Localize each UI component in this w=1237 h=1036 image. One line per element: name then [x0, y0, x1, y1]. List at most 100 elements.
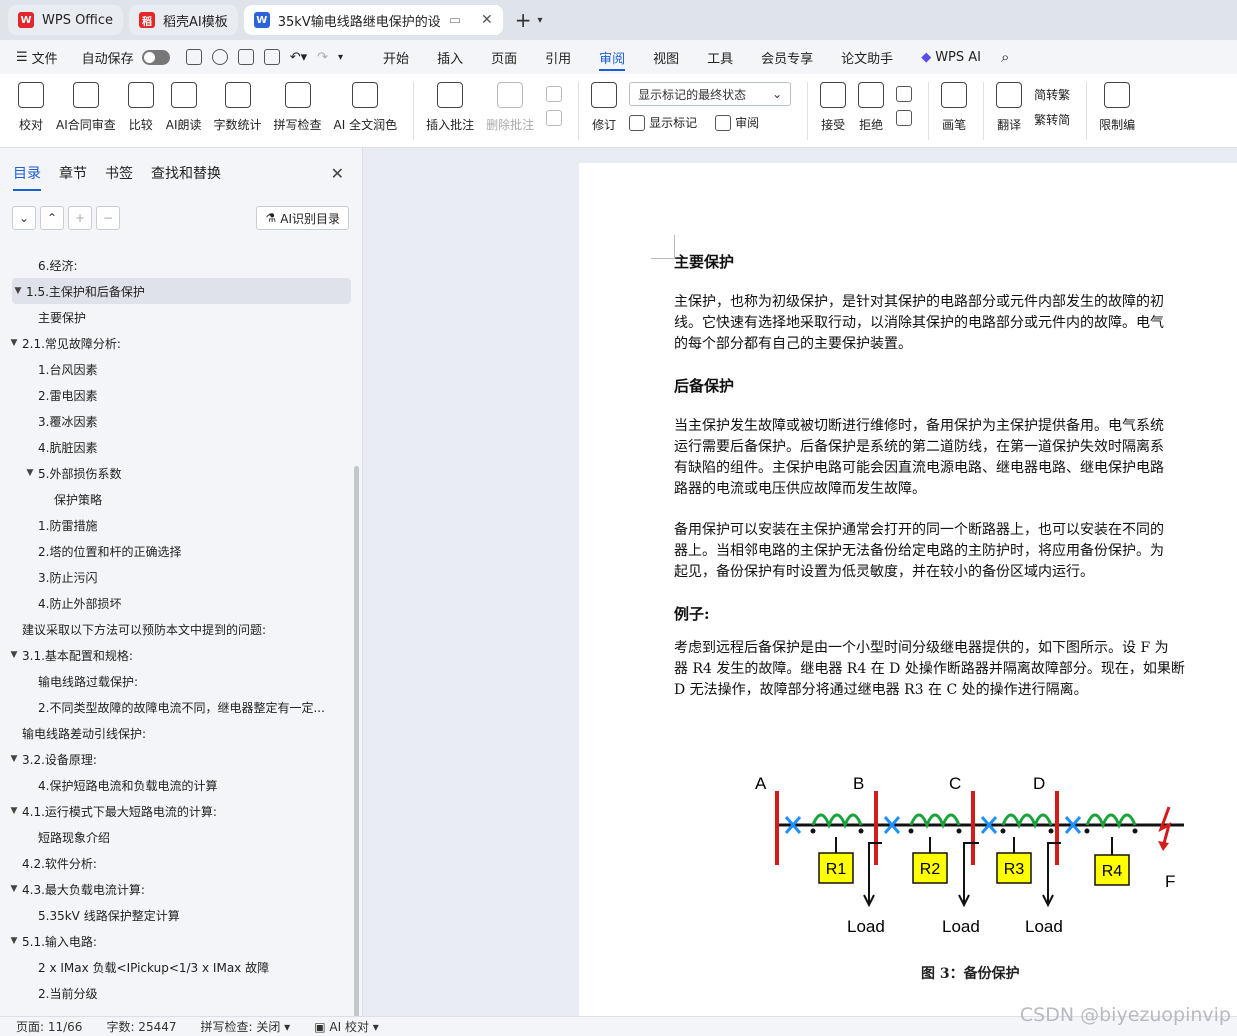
toc-item[interactable]: 短路现象介绍 — [0, 824, 355, 850]
tab-member[interactable]: 会员专享 — [747, 40, 827, 74]
toc-item[interactable]: 4.2.软件分析: — [0, 850, 355, 876]
proofread-button[interactable]: 校对 — [18, 82, 44, 133]
tab-home[interactable]: 开始 — [369, 40, 423, 74]
toc-item[interactable]: 2.当前分级 — [0, 980, 355, 1006]
toc-item[interactable]: 4.保护短路电流和负载电流的计算 — [0, 772, 355, 798]
word-count-status[interactable]: 字数: 25447 — [106, 1018, 176, 1035]
undo-icon[interactable]: ↶▾ — [290, 50, 307, 65]
add-icon[interactable]: + — [68, 206, 92, 230]
toc-item[interactable]: 5.35kV 线路保护整定计算 — [0, 902, 355, 928]
new-tab-button[interactable]: + — [515, 8, 532, 32]
document-page[interactable]: 主要保护 主保护，也称为初级保护，是针对其保护的电路部分或元件内部发生的故障的初… — [579, 163, 1237, 1016]
expand-arrow-icon[interactable]: ▼ — [8, 936, 20, 946]
toc-item[interactable]: 输电线路过载保护: — [0, 668, 355, 694]
previous-change-icon[interactable] — [896, 86, 913, 102]
tab-tools[interactable]: 工具 — [693, 40, 747, 74]
tab-insert[interactable]: 插入 — [423, 40, 477, 74]
tab-wps-ai[interactable]: ◆ WPS AI — [907, 40, 995, 74]
toc-item[interactable]: 1.台风因素 — [0, 356, 355, 382]
ai-toc-button[interactable]: ⚗ AI识别目录 — [256, 206, 349, 230]
expand-arrow-icon[interactable]: ▼ — [8, 754, 20, 764]
close-icon[interactable]: ✕ — [481, 12, 493, 28]
toc-item[interactable]: 3.覆冰因素 — [0, 408, 355, 434]
reject-button[interactable]: 拒绝 — [858, 82, 885, 133]
toc-item[interactable]: ▼ 4.3.最大负载电流计算: — [0, 876, 355, 902]
next-change-icon[interactable] — [896, 110, 913, 126]
print-icon[interactable] — [237, 49, 254, 65]
remove-icon[interactable]: − — [96, 206, 120, 230]
toc-item[interactable]: 4.防止外部损坏 — [0, 590, 355, 616]
toc-item[interactable]: 2.雷电因素 — [0, 382, 355, 408]
track-changes-button[interactable]: 修订 — [591, 82, 618, 133]
toc-item[interactable]: ▼ 4.1.运行模式下最大短路电流的计算: — [0, 798, 355, 824]
next-comment-icon[interactable] — [546, 110, 563, 126]
save-icon[interactable] — [185, 49, 202, 65]
tab-docer[interactable]: 稻 稻壳AI模板 — [129, 5, 238, 35]
markup-state-select[interactable]: 显示标记的最终状态 ⌄ — [629, 82, 792, 106]
expand-arrow-icon[interactable]: ▼ — [8, 884, 20, 894]
toc-item[interactable]: ▼ 2.1.常见故障分析: — [0, 330, 355, 356]
to-simplified-button[interactable]: 繁转简 — [1034, 111, 1070, 128]
toc-item[interactable]: 输电线路差动引线保护: — [0, 720, 355, 746]
ai-polish-button[interactable]: AI 全文润色 — [334, 82, 397, 133]
tab-thesis[interactable]: 论文助手 — [827, 40, 907, 74]
file-menu[interactable]: ☰ 文件 — [16, 48, 58, 67]
toggle-switch[interactable] — [141, 49, 170, 65]
autosave-toggle[interactable]: 自动保存 — [82, 48, 170, 67]
tab-view[interactable]: 视图 — [639, 40, 693, 74]
show-markup-button[interactable]: 显示标记 — [649, 114, 697, 131]
translate-button[interactable]: 翻译 — [996, 82, 1023, 133]
toc-item[interactable]: 4.肮脏因素 — [0, 434, 355, 460]
toc-item[interactable]: 3.防止污闪 — [0, 564, 355, 590]
toc-item[interactable]: 2.塔的位置和杆的正确选择 — [0, 538, 355, 564]
delete-comment-button[interactable]: 删除批注 — [486, 82, 534, 133]
nav-tab-bookmarks[interactable]: 书签 — [105, 163, 133, 183]
expand-arrow-icon[interactable]: ▼ — [24, 468, 36, 478]
toc-item[interactable]: 2.不同类型故障的故障电流不同，继电器整定有一定... — [0, 694, 355, 720]
toc-item[interactable]: ▼ 5.1.输入电路: — [0, 928, 355, 954]
expand-icon[interactable]: ⌄ — [12, 206, 36, 230]
compare-button[interactable]: 比较 — [127, 82, 154, 133]
spell-check-button[interactable]: 拼写检查 — [274, 82, 322, 133]
toc-item[interactable]: ▼ 3.2.设备原理: — [0, 746, 355, 772]
nav-tab-chapters[interactable]: 章节 — [59, 163, 87, 183]
ai-proof-status[interactable]: ▣ AI 校对 ▾ — [314, 1018, 379, 1035]
toc-item[interactable]: 1.防雷措施 — [0, 512, 355, 538]
toc-item[interactable]: ▼ 5.外部损伤系数 — [0, 460, 355, 486]
toc-item[interactable]: 主要保护 — [0, 304, 355, 330]
more-chevron-icon[interactable]: ▾ — [338, 52, 343, 63]
accept-button[interactable]: 接受 — [820, 82, 847, 133]
previous-comment-icon[interactable] — [546, 86, 563, 102]
expand-arrow-icon[interactable]: ▼ — [8, 806, 20, 816]
toc-item[interactable]: 建议采取以下方法可以预防本文中提到的问题: — [0, 616, 355, 642]
spell-check-status[interactable]: 拼写检查: 关闭 ▾ — [201, 1018, 291, 1035]
restrict-edit-button[interactable]: 限制编 — [1099, 82, 1135, 133]
toc-item[interactable]: ▼ 1.5.主保护和后备保护 — [12, 278, 351, 304]
expand-arrow-icon[interactable]: ▼ — [12, 286, 24, 296]
review-pane-button[interactable]: 审阅 — [735, 114, 759, 131]
word-count-button[interactable]: 字数统计 — [214, 82, 262, 133]
toc-item[interactable]: 保护策略 — [0, 486, 355, 512]
toc-item[interactable]: 2 x IMax 负载<IPickup<1/3 x IMax 故障 — [0, 954, 355, 980]
print-preview-icon[interactable] — [263, 49, 280, 65]
page-indicator[interactable]: 页面: 11/66 — [16, 1018, 82, 1035]
search-icon[interactable]: ⌕ — [1001, 48, 1009, 66]
contract-review-button[interactable]: AI合同审查 — [56, 82, 116, 133]
chevron-down-icon[interactable]: ▾ — [538, 15, 543, 26]
to-traditional-button[interactable]: 简转繁 — [1034, 86, 1070, 103]
tab-document[interactable]: W 35kV输电线路继电保护的设 ▭ ✕ — [243, 5, 503, 35]
tab-page[interactable]: 页面 — [477, 40, 531, 74]
nav-tab-toc[interactable]: 目录 — [13, 163, 41, 191]
tab-wps-office[interactable]: W WPS Office — [8, 5, 124, 35]
tab-references[interactable]: 引用 — [531, 40, 585, 74]
collapse-icon[interactable]: ⌃ — [40, 206, 64, 230]
toc-item[interactable]: 6.经济: — [0, 252, 355, 278]
pen-button[interactable]: 画笔 — [941, 82, 968, 133]
expand-arrow-icon[interactable]: ▼ — [8, 650, 20, 660]
toc-item[interactable]: ▼ 3.1.基本配置和规格: — [0, 642, 355, 668]
nav-tab-find-replace[interactable]: 查找和替换 — [151, 163, 221, 183]
expand-arrow-icon[interactable]: ▼ — [8, 338, 20, 348]
tab-review[interactable]: 审阅 — [585, 40, 639, 74]
export-icon[interactable] — [211, 49, 228, 65]
ai-read-button[interactable]: AI朗读 — [166, 82, 202, 133]
